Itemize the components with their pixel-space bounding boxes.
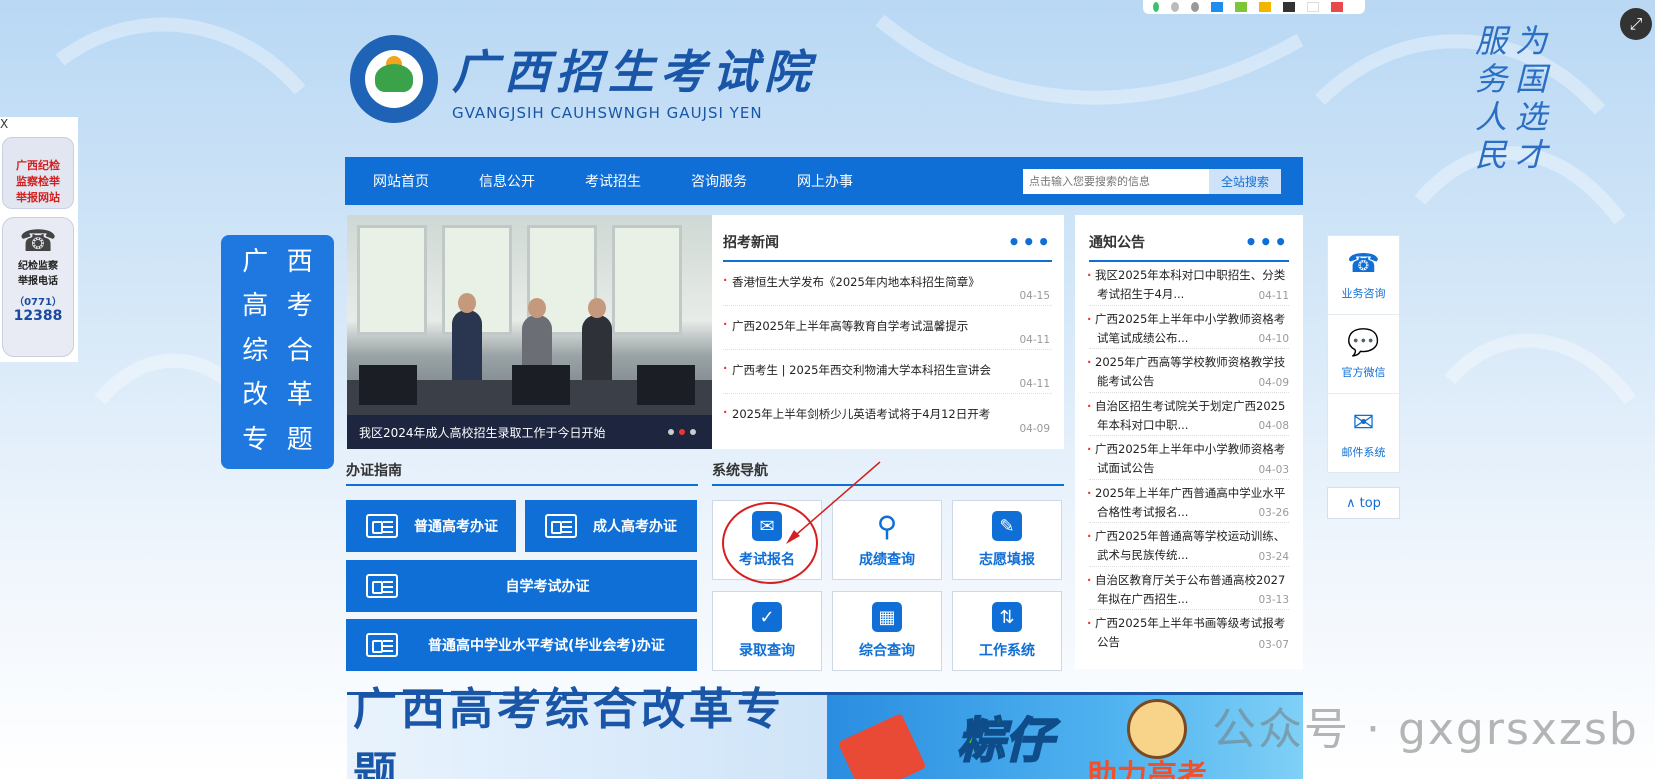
news-item[interactable]: 香港恒生大学发布《2025年内地本科招生简章》 04-15 <box>723 262 1052 306</box>
theme-swatch-gray2[interactable] <box>1191 2 1199 12</box>
slider-dots <box>668 429 696 435</box>
clipboard-check-icon: ✓ <box>752 602 782 632</box>
theme-swatch-green[interactable] <box>1153 2 1159 12</box>
notice-item[interactable]: 2025年广西高等学校教师资格教学技能考试公告 04-09 <box>1089 349 1289 393</box>
news-item[interactable]: 广西考生 | 2025年西交利物浦大学本科招生宣讲会 04-11 <box>723 350 1052 394</box>
notice-title: 通知公告 <box>1089 234 1145 251</box>
theme-swatch-lime[interactable] <box>1235 2 1247 12</box>
search-input[interactable] <box>1023 169 1209 194</box>
notice-item[interactable]: 广西2025年上半年中小学教师资格考试面试公告 04-03 <box>1089 436 1289 480</box>
guide-gaokao-button[interactable]: 普通高考办证 <box>346 500 516 552</box>
slider-dot[interactable] <box>668 429 674 435</box>
annotation-red-arrow <box>786 461 881 544</box>
right-float-panel: ☎ 业务咨询 💬 官方微信 ✉ 邮件系统 <box>1327 235 1400 473</box>
book-graphic <box>837 713 927 779</box>
theme-swatch-white[interactable] <box>1307 2 1319 12</box>
id-card-icon <box>366 633 398 657</box>
id-card-icon <box>366 574 398 598</box>
slider-photo <box>347 215 712 449</box>
theme-swatch-gray[interactable] <box>1171 2 1179 12</box>
search-box: 全站搜索 <box>1023 169 1281 194</box>
notice-item[interactable]: 广西2025年普通高等学校运动训练、武术与民族传统... 03-24 <box>1089 523 1289 567</box>
back-to-top-button[interactable]: ∧ top <box>1327 487 1400 519</box>
edit-form-icon: ✎ <box>992 511 1022 541</box>
nav-home[interactable]: 网站首页 <box>373 171 429 191</box>
watermark: 公众号 · gxgrsxzsb <box>1212 704 1639 755</box>
nav-consult[interactable]: 咨询服务 <box>691 171 747 191</box>
slider-caption[interactable]: 我区2024年成人高校招生录取工作于今日开始 <box>359 424 606 441</box>
mascot-graphic <box>1127 699 1187 759</box>
chevron-up-icon: ∧ <box>1346 495 1356 511</box>
notice-item[interactable]: 广西2025年上半年中小学教师资格考试笔试成绩公布... 04-10 <box>1089 306 1289 349</box>
guide-academic-level-button[interactable]: 普通高中学业水平考试(毕业会考)办证 <box>346 619 697 671</box>
slider-dot-active[interactable] <box>679 429 685 435</box>
system-title: 系统导航 <box>712 463 768 479</box>
sys-work-system[interactable]: ⇅ 工作系统 <box>952 591 1062 671</box>
notice-more-button[interactable]: ••• <box>1245 230 1289 254</box>
notice-item[interactable]: 自治区招生考试院关于划定广西2025年本科对口中职... 04-08 <box>1089 393 1289 436</box>
notice-item[interactable]: 广西2025年上半年书画等级考试报考公告 03-07 <box>1089 610 1289 654</box>
search-button[interactable]: 全站搜索 <box>1209 169 1281 194</box>
sys-admission-query[interactable]: ✓ 录取查询 <box>712 591 822 671</box>
guide-divider <box>346 484 698 486</box>
news-panel: 招考新闻 ••• 香港恒生大学发布《2025年内地本科招生简章》 04-15 广… <box>712 215 1064 449</box>
slider-caption-bar: 我区2024年成人高校招生录取工作于今日开始 <box>347 415 712 449</box>
guide-adult-exam-button[interactable]: 成人高考办证 <box>525 500 697 552</box>
sys-general-query[interactable]: ▦ 综合查询 <box>832 591 942 671</box>
news-item[interactable]: 2025年上半年剑桥少儿英语考试将于4月12日开考 04-09 <box>723 394 1052 438</box>
phone-icon: ☎ <box>1347 249 1380 279</box>
wechat-icon: 💬 <box>1347 328 1380 358</box>
theme-swatch-blue[interactable] <box>1211 2 1223 12</box>
news-item[interactable]: 广西2025年上半年高等教育自学考试温馨提示 04-11 <box>723 306 1052 350</box>
nav-info-public[interactable]: 信息公开 <box>479 171 535 191</box>
id-card-icon <box>545 514 577 538</box>
bottom-banner: 广西高考综合改革专题 粽仔 助力高考 <box>347 684 1303 779</box>
notice-panel: 通知公告 ••• 我区2025年本科对口中职招生、分类考试招生于4月... 04… <box>1075 215 1303 669</box>
color-theme-bar <box>1143 0 1365 14</box>
site-title-cn: 广西招生考试院 <box>452 45 816 99</box>
official-wechat-button[interactable]: 💬 官方微信 <box>1328 315 1399 394</box>
business-consult-button[interactable]: ☎ 业务咨询 <box>1328 236 1399 315</box>
main-nav: 网站首页 信息公开 考试招生 咨询服务 网上办事 全站搜索 <box>345 157 1303 205</box>
notice-item[interactable]: 2025年上半年广西普通高中学业水平合格性考试报名... 03-26 <box>1089 480 1289 523</box>
report-phone-button[interactable]: ☎ 纪检监察 举报电话 （0771） 12388 <box>2 217 74 357</box>
notice-item[interactable]: 我区2025年本科对口中职招生、分类考试招生于4月... 04-11 <box>1089 262 1289 306</box>
theme-swatch-red[interactable] <box>1331 2 1343 12</box>
discipline-report-site-button[interactable]: 广西纪检 监察检举 举报网站 <box>2 137 74 209</box>
news-slider[interactable]: 我区2024年成人高校招生录取工作于今日开始 <box>347 215 712 449</box>
mail-system-button[interactable]: ✉ 邮件系统 <box>1328 394 1399 473</box>
slogan: 为国 选才 服务 人民 <box>1475 22 1548 174</box>
guide-title: 办证指南 <box>346 463 402 479</box>
reform-topic-button[interactable]: 广西 高考 综合 改革 专题 <box>221 235 334 469</box>
id-card-icon <box>366 514 398 538</box>
news-title: 招考新闻 <box>723 234 779 251</box>
site-title-en: GVANGJSIH CAUHSWNGH GAUJSI YEN <box>452 104 763 122</box>
theme-swatch-dark[interactable] <box>1283 2 1295 12</box>
fullscreen-icon[interactable]: ⤢ <box>1620 8 1652 40</box>
nav-online-service[interactable]: 网上办事 <box>797 171 853 191</box>
slider-dot[interactable] <box>690 429 696 435</box>
nav-exam-enroll[interactable]: 考试招生 <box>585 171 641 191</box>
news-more-button[interactable]: ••• <box>1008 230 1052 254</box>
sys-volunteer-fill[interactable]: ✎ 志愿填报 <box>952 500 1062 580</box>
close-float-button[interactable]: X <box>0 117 8 131</box>
left-float-panel: 广西纪检 监察检举 举报网站 ☎ 纪检监察 举报电话 （0771） 12388 <box>0 117 78 362</box>
theme-swatch-yellow[interactable] <box>1259 2 1271 12</box>
emblem-icon <box>350 35 438 123</box>
notice-item[interactable]: 自治区教育厅关于公布普通高校2027年拟在广西招生... 03-13 <box>1089 567 1289 610</box>
guide-self-study-button[interactable]: 自学考试办证 <box>346 560 697 612</box>
reform-banner[interactable]: 广西高考综合改革专题 <box>347 684 827 779</box>
mail-icon: ✉ <box>1352 407 1375 438</box>
site-logo[interactable]: 广西招生考试院 GVANGJSIH CAUHSWNGH GAUJSI YEN <box>350 35 816 123</box>
grid-search-icon: ▦ <box>872 602 902 632</box>
telephone-icon: ☎ <box>19 224 57 259</box>
sliders-icon: ⇅ <box>992 602 1022 632</box>
